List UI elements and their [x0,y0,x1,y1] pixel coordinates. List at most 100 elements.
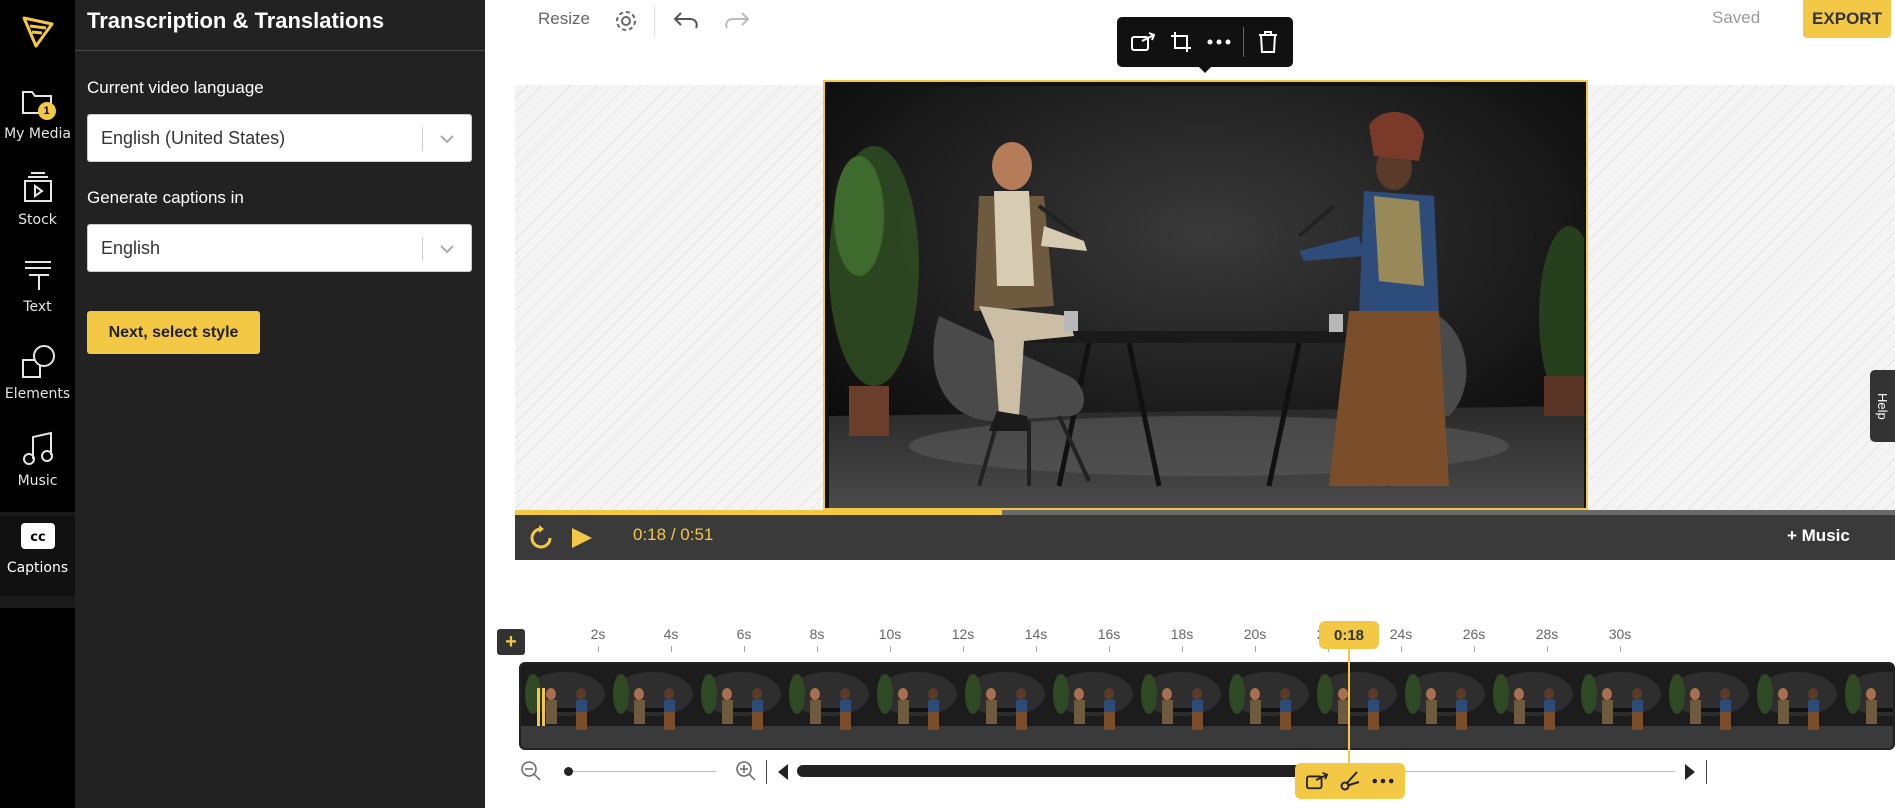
captions-language-label: Generate captions in [87,188,244,207]
video-language-value: English (United States) [101,127,286,148]
timeline-tick-mark [1255,646,1256,652]
timeline-tick-label: 24s [1389,626,1413,642]
timeline-tick-mark [744,646,745,652]
topbar-divider [654,6,655,36]
next-select-style-button[interactable]: Next, select style [87,311,260,354]
timeline-tick-label: 30s [1608,626,1632,642]
toolbar-separator [1243,27,1244,57]
timeline-tick-label: 10s [878,626,902,642]
video-preview[interactable] [823,80,1588,510]
rail-item-label: My Media [4,126,71,142]
zoom-out-icon[interactable] [520,760,542,782]
film-stack-icon [18,168,58,208]
scroll-divider-right [1706,760,1707,784]
video-track-clip[interactable] [519,662,1895,750]
text-icon [18,255,58,295]
rail-item-label: Elements [4,386,71,402]
timeline-tick-mark [598,646,599,652]
time-separator: / [670,525,676,544]
settings-gear-icon[interactable] [613,8,639,34]
timeline-tick-mark [817,646,818,652]
timeline-tick-mark [671,646,672,652]
timeline-tick-label: 6s [736,626,752,642]
video-language-select[interactable]: English (United States) [87,114,472,162]
timeline-tick-mark [1547,646,1548,652]
panel-title: Transcription & Translations [87,8,385,33]
timeline-tick-label: 28s [1535,626,1559,642]
timeline-tick-label: 20s [1243,626,1267,642]
rail-item-text[interactable]: Text [0,255,75,335]
scroll-left-icon[interactable] [776,763,790,786]
undo-icon[interactable] [672,8,698,34]
timeline-tick-label: 18s [1170,626,1194,642]
video-frame-image [829,86,1584,508]
rail-item-label: Stock [18,212,57,228]
clip-floating-toolbar [1117,17,1293,67]
timeline-tick-label: 12s [951,626,975,642]
app-logo-icon[interactable] [18,12,58,52]
zoom-slider-knob[interactable] [564,767,573,776]
zoom-in-icon[interactable] [735,760,757,782]
scroll-divider-left [766,760,767,784]
timeline-tick-mark [1401,646,1402,652]
playhead-line[interactable] [1348,649,1350,771]
music-note-icon [18,429,58,469]
chevron-down-icon[interactable] [437,239,457,259]
cc-icon: cc [18,516,58,556]
timeline-scrollbar-thumb[interactable] [797,765,1307,777]
rail-item-elements[interactable]: Elements [0,342,75,422]
redo-icon[interactable] [723,8,750,34]
chevron-down-icon[interactable] [437,129,457,149]
select-divider [422,237,423,261]
timeline-tick-mark [1109,646,1110,652]
svg-text:cc: cc [30,530,45,545]
save-status: Saved [1712,8,1761,27]
more-options-icon[interactable] [1205,28,1233,56]
add-music-button[interactable]: + Music [1787,526,1850,546]
timeline-tick-label: 4s [663,626,679,642]
timeline-tick-label: 8s [809,626,825,642]
play-icon[interactable] [567,524,595,552]
playback-progress-track[interactable] [515,510,1895,515]
rail-item-stock[interactable]: Stock [0,168,75,248]
rail-item-label: Captions [6,560,69,576]
timeline-tick-label: 26s [1462,626,1486,642]
captions-panel: Transcription & Translations Current vid… [75,0,485,808]
timeline-tick-label: 14s [1024,626,1048,642]
zoom-slider-track[interactable] [568,771,716,772]
panel-divider [75,50,485,51]
timeline-ruler[interactable]: 2s4s6s8s10s12s14s16s18s20s22s24s26s28s30… [515,618,1895,652]
current-time: 0:18 [633,525,667,544]
clip-thumbnails [521,664,1893,748]
rail-item-label: Music [17,473,58,489]
rail-item-my-media[interactable]: 1 My Media [0,82,75,162]
help-tab[interactable]: Help [1870,370,1895,442]
replay-icon[interactable] [527,524,555,552]
timeline-tick-label: 2s [590,626,606,642]
export-button[interactable]: EXPORT [1803,0,1891,38]
clip-trim-handle[interactable] [537,688,545,726]
more-options-icon[interactable] [1371,769,1395,793]
resize-button[interactable]: Resize [538,9,590,29]
rail-item-captions[interactable]: cc Captions [0,516,75,596]
clip-action-toolbar [1295,763,1405,799]
timeline-tick-mark [1474,646,1475,652]
replace-icon[interactable] [1129,28,1157,56]
media-count-badge: 1 [37,102,56,120]
timeline-tick-mark [890,646,891,652]
time-readout: 0:18 / 0:51 [633,525,713,545]
rail-item-music[interactable]: Music [0,429,75,509]
replace-icon[interactable] [1305,769,1329,793]
captions-language-select[interactable]: English [87,224,472,272]
playhead-time-label[interactable]: 0:18 [1319,621,1379,649]
timeline-tick-label: 16s [1097,626,1121,642]
scroll-right-icon[interactable] [1683,763,1697,786]
playback-progress-fill [515,510,1003,515]
add-track-button[interactable]: + [497,629,525,655]
video-language-label: Current video language [87,78,264,97]
player-bar: 0:18 / 0:51 [515,510,1895,560]
timeline-tick-mark [963,646,964,652]
split-scissors-icon[interactable] [1338,769,1362,793]
delete-trash-icon[interactable] [1254,28,1282,56]
crop-icon[interactable] [1167,28,1195,56]
